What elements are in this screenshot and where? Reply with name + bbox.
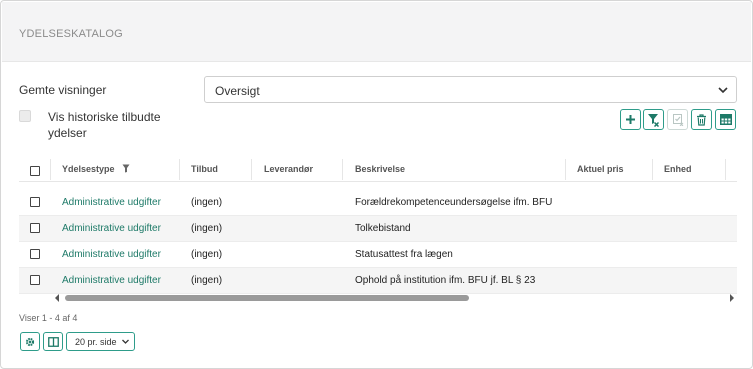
historic-checkbox[interactable]: [19, 110, 31, 122]
export-button[interactable]: [715, 109, 736, 130]
panel-header: YDELSESKATALOG: [2, 2, 751, 62]
table-grid-icon: [719, 114, 732, 125]
column-divider: [652, 159, 653, 180]
table-row[interactable]: Administrative udgifter (ingen) Tolkebis…: [19, 216, 737, 242]
description-cell: Ophold på institution ifm. BFU jf. BL § …: [355, 275, 536, 286]
scroll-right-arrow-icon[interactable]: [728, 293, 736, 303]
settings-button[interactable]: [20, 332, 40, 351]
column-header-price[interactable]: Aktuel pris: [577, 157, 624, 182]
column-header-type-label: Ydelsestype: [62, 164, 115, 174]
column-divider: [251, 159, 252, 180]
description-cell: Forældrekompetenceundersøgelse ifm. BFU: [355, 197, 553, 208]
description-cell: Tolkebistand: [355, 223, 411, 234]
column-divider: [565, 159, 566, 180]
offer-cell: (ingen): [191, 275, 223, 286]
saved-views-label: Gemte visninger: [19, 83, 107, 97]
gear-icon: [25, 337, 35, 346]
horizontal-scrollbar[interactable]: [53, 293, 736, 303]
service-type-link[interactable]: Administrative udgifter: [62, 223, 161, 234]
row-checkbox[interactable]: [30, 275, 40, 285]
check-clipboard-icon: [672, 114, 683, 126]
row-checkbox[interactable]: [30, 223, 40, 233]
table-row[interactable]: Administrative udgifter (ingen) Forældre…: [19, 190, 737, 216]
row-checkbox[interactable]: [30, 197, 40, 207]
description-cell: Statusattest fra lægen: [355, 249, 453, 260]
table-header: Ydelsestype Tilbud Leverandør Beskrivels…: [19, 157, 737, 182]
offer-cell: (ingen): [191, 197, 223, 208]
service-type-link[interactable]: Administrative udgifter: [62, 197, 161, 208]
filter-clear-icon: [648, 113, 660, 127]
select-all-checkbox[interactable]: [30, 166, 40, 176]
scrollbar-thumb[interactable]: [65, 295, 469, 301]
historic-label: Vis historiske tilbudte ydelser: [48, 110, 161, 140]
filter-icon[interactable]: [122, 164, 130, 173]
service-type-link[interactable]: Administrative udgifter: [62, 275, 161, 286]
page-size-value: 20 pr. side: [75, 337, 117, 347]
page-size-select[interactable]: 20 pr. side: [66, 332, 135, 351]
column-header-description[interactable]: Beskrivelse: [355, 157, 405, 182]
offer-cell: (ingen): [191, 223, 223, 234]
approve-button[interactable]: [667, 109, 688, 130]
saved-views-value: Oversigt: [215, 84, 260, 98]
row-checkbox[interactable]: [30, 249, 40, 259]
scroll-left-arrow-icon[interactable]: [53, 293, 61, 303]
column-header-unit[interactable]: Enhed: [664, 157, 692, 182]
plus-icon: [626, 115, 635, 124]
table-row[interactable]: Administrative udgifter (ingen) Ophold p…: [19, 268, 737, 294]
record-count: Viser 1 - 4 af 4: [19, 313, 78, 323]
column-divider: [342, 159, 343, 180]
panel-title: YDELSESKATALOG: [19, 28, 123, 40]
add-button[interactable]: [620, 109, 641, 130]
column-divider: [50, 159, 51, 180]
column-header-offer[interactable]: Tilbud: [191, 157, 218, 182]
columns-button[interactable]: [43, 332, 63, 351]
service-type-link[interactable]: Administrative udgifter: [62, 249, 161, 260]
clear-filter-button[interactable]: [643, 109, 664, 130]
column-header-supplier[interactable]: Leverandør: [264, 157, 313, 182]
column-divider: [725, 159, 726, 180]
chevron-down-icon: [718, 87, 728, 94]
column-header-type[interactable]: Ydelsestype: [62, 157, 130, 182]
columns-icon: [47, 336, 59, 347]
chevron-down-icon: [122, 339, 129, 344]
offer-cell: (ingen): [191, 249, 223, 260]
table-row[interactable]: Administrative udgifter (ingen) Statusat…: [19, 242, 737, 268]
saved-views-select[interactable]: Oversigt: [204, 76, 737, 103]
delete-button[interactable]: [691, 109, 712, 130]
trash-icon: [697, 113, 706, 126]
catalog-panel: YDELSESKATALOG Gemte visninger Oversigt …: [0, 0, 753, 369]
column-divider: [179, 159, 180, 180]
